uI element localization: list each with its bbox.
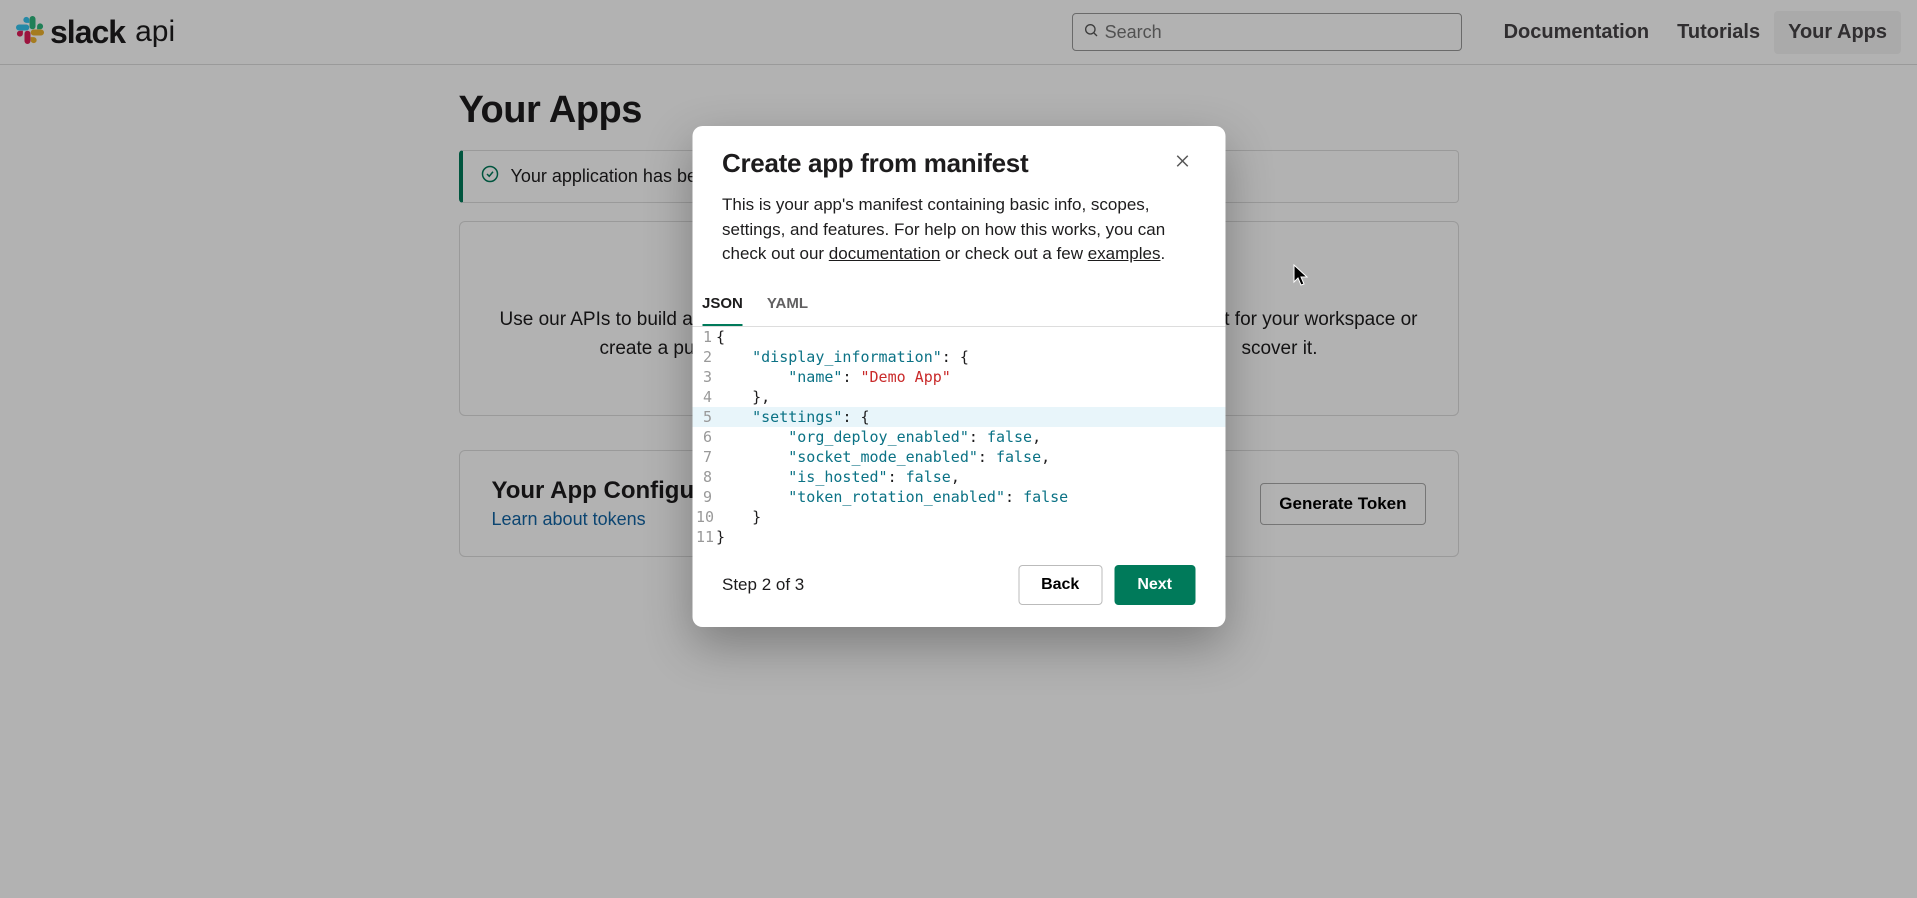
modal-description: This is your app's manifest containing b… [692, 179, 1225, 285]
back-button[interactable]: Back [1018, 565, 1102, 605]
tab-json[interactable]: JSON [702, 285, 743, 326]
create-app-modal: Create app from manifest This is your ap… [692, 126, 1225, 627]
tab-yaml[interactable]: YAML [767, 285, 808, 326]
modal-title: Create app from manifest [722, 148, 1028, 179]
next-button[interactable]: Next [1114, 565, 1195, 605]
manifest-editor[interactable]: 1{ 2 "display_information": { 3 "name": … [692, 327, 1225, 547]
close-icon[interactable] [1169, 148, 1195, 178]
step-indicator: Step 2 of 3 [722, 575, 804, 595]
examples-link[interactable]: examples [1088, 244, 1161, 263]
format-tabs: JSON YAML [692, 285, 1225, 327]
documentation-link[interactable]: documentation [829, 244, 941, 263]
